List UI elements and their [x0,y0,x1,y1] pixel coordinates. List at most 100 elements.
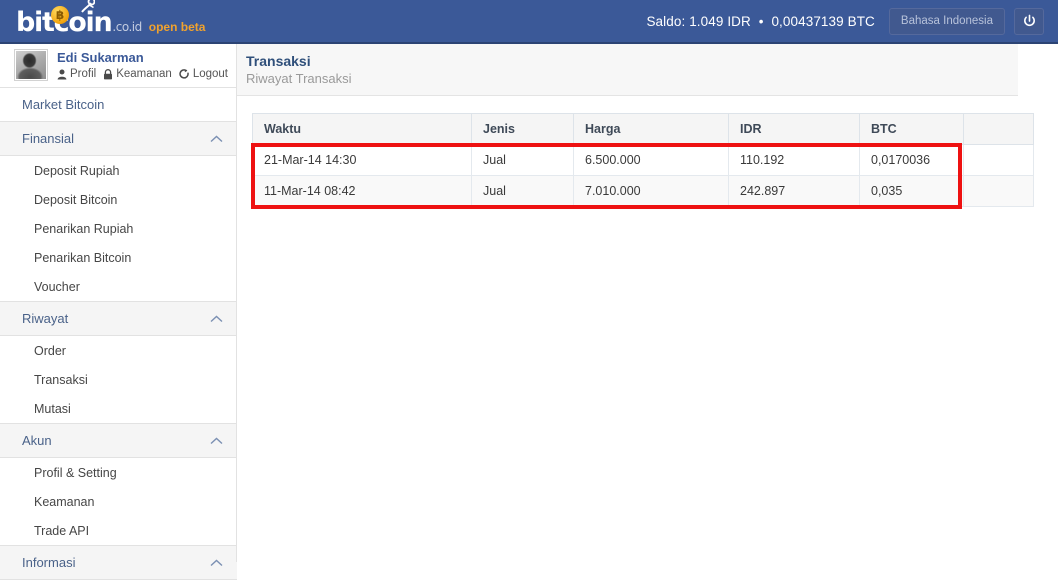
balance-idr: 1.049 IDR [689,13,751,29]
sidebar-section-riwayat[interactable]: Riwayat [0,302,237,336]
logout-icon [179,68,189,79]
table-header-row: Waktu Jenis Harga IDR BTC [252,113,1034,145]
sidebar-section-informasi[interactable]: Informasi [0,546,237,580]
column-header-harga[interactable]: Harga [573,113,729,145]
column-header-waktu[interactable]: Waktu [252,113,472,145]
brand-logo[interactable]: bitcoin ฿ .co.id open beta [16,0,206,36]
sidebar-section-akun[interactable]: Akun [0,424,237,458]
sidebar-section-label: Market Bitcoin [22,97,105,112]
user-link-logout[interactable]: Logout [179,68,228,80]
sidebar-section-label: Riwayat [22,311,69,326]
bitcoin-coin-icon: ฿ [51,6,69,24]
user-links: Profil Keamanan Logout [57,68,228,80]
sidebar-item-label: Penarikan Bitcoin [34,250,132,265]
chevron-up-icon [210,559,223,566]
cell-jenis: Jual [471,175,574,207]
column-header-btc[interactable]: BTC [859,113,964,145]
cell-extra [963,144,1034,176]
sidebar-item-label: Deposit Rupiah [34,163,120,178]
sidebar-item-label: Penarikan Rupiah [34,221,134,236]
power-icon [1023,14,1035,26]
sidebar: Edi Sukarman Profil Keamanan Logout Mark… [0,44,237,580]
sidebar-section-finansial[interactable]: Finansial [0,122,237,156]
cell-btc: 0,0170036 [859,144,964,176]
user-link-label: Logout [192,68,229,80]
sidebar-item-label: Transaksi [34,372,88,387]
brand-hook-icon [81,0,95,13]
user-link-profil[interactable]: Profil [57,68,96,80]
balance-btc: 0,00437139 BTC [771,13,875,29]
chevron-up-icon [210,135,223,142]
sidebar-item-penarikan-rupiah[interactable]: Penarikan Rupiah [0,214,237,243]
cell-waktu: 11-Mar-14 08:42 [252,175,472,207]
top-navbar: bitcoin ฿ .co.id open beta Saldo: 1.049 … [0,0,1058,44]
user-meta: Edi Sukarman Profil Keamanan Logout [57,50,228,80]
balance-display: Saldo: 1.049 IDR • 0,00437139 BTC [646,14,874,29]
column-header-idr[interactable]: IDR [728,113,860,145]
person-icon [57,69,67,79]
page-title: Transaksi [246,53,311,69]
table-row[interactable]: 21-Mar-14 14:30 Jual 6.500.000 110.192 0… [252,144,1034,176]
sidebar-section-label: Akun [22,433,52,448]
sidebar-item-label: Mutasi [34,401,71,416]
brand-tld: .co.id [112,20,142,34]
sidebar-item-profil-setting[interactable]: Profil & Setting [0,458,237,487]
sidebar-item-mutasi[interactable]: Mutasi [0,394,237,423]
column-header-empty [963,113,1034,145]
lock-icon [104,68,113,79]
table-header: Waktu Jenis Harga IDR BTC [252,113,1034,145]
brand-beta-tag: open beta [148,20,206,34]
cell-idr: 242.897 [728,175,860,207]
navbar-right-group: Saldo: 1.049 IDR • 0,00437139 BTC Bahasa… [646,7,1058,35]
balance-label: Saldo: [646,13,686,29]
sidebar-section-label: Finansial [22,131,75,146]
user-link-label: Profil [70,68,97,80]
sidebar-item-order[interactable]: Order [0,336,237,365]
chevron-up-icon [210,315,223,322]
sidebar-subitems-riwayat: Order Transaksi Mutasi [0,336,237,424]
sidebar-section-label: Informasi [22,555,76,570]
cell-harga: 6.500.000 [573,144,729,176]
transactions-table-wrapper: Waktu Jenis Harga IDR BTC 21-Mar-14 14:3… [251,113,1034,209]
sidebar-subitems-akun: Profil & Setting Keamanan Trade API [0,458,237,546]
user-link-keamanan[interactable]: Keamanan [103,68,172,80]
sidebar-item-label: Order [34,343,66,358]
sidebar-item-keamanan[interactable]: Keamanan [0,487,237,516]
cell-jenis: Jual [471,144,574,176]
column-header-jenis[interactable]: Jenis [471,113,574,145]
sidebar-item-voucher[interactable]: Voucher [0,272,237,301]
sidebar-subitems-finansial: Deposit Rupiah Deposit Bitcoin Penarikan… [0,156,237,302]
chevron-up-icon [210,437,223,444]
transactions-table: Waktu Jenis Harga IDR BTC 21-Mar-14 14:3… [252,113,1034,207]
sidebar-item-label: Trade API [34,523,90,538]
avatar [14,49,48,81]
sidebar-menu: Market Bitcoin Finansial Deposit Rupiah … [0,87,237,580]
logout-power-button[interactable] [1014,7,1044,35]
sidebar-item-label: Deposit Bitcoin [34,192,118,207]
page-header: Transaksi Riwayat Transaksi [237,44,1018,96]
main-content: Transaksi Riwayat Transaksi Waktu Jenis … [237,44,1058,562]
user-profile-box: Edi Sukarman Profil Keamanan Logout [0,44,237,87]
table-row[interactable]: 11-Mar-14 08:42 Jual 7.010.000 242.897 0… [252,175,1034,207]
sidebar-item-market-bitcoin[interactable]: Market Bitcoin [0,88,237,122]
language-button[interactable]: Bahasa Indonesia [888,7,1005,35]
sidebar-item-penarikan-bitcoin[interactable]: Penarikan Bitcoin [0,243,237,272]
sidebar-item-trade-api[interactable]: Trade API [0,516,237,545]
balance-separator: • [758,13,764,29]
sidebar-item-deposit-bitcoin[interactable]: Deposit Bitcoin [0,185,237,214]
sidebar-item-transaksi[interactable]: Transaksi [0,365,237,394]
sidebar-item-deposit-rupiah[interactable]: Deposit Rupiah [0,156,237,185]
cell-waktu: 21-Mar-14 14:30 [252,144,472,176]
sidebar-item-label: Voucher [34,279,80,294]
cell-extra [963,175,1034,207]
cell-idr: 110.192 [728,144,860,176]
cell-harga: 7.010.000 [573,175,729,207]
sidebar-item-label: Profil & Setting [34,465,117,480]
page-subtitle: Riwayat Transaksi [246,71,352,86]
user-link-label: Keamanan [116,68,172,80]
cell-btc: 0,035 [859,175,964,207]
avatar-image [16,51,46,79]
table-body: 21-Mar-14 14:30 Jual 6.500.000 110.192 0… [252,144,1034,207]
sidebar-item-label: Keamanan [34,494,95,509]
user-name: Edi Sukarman [57,50,144,65]
